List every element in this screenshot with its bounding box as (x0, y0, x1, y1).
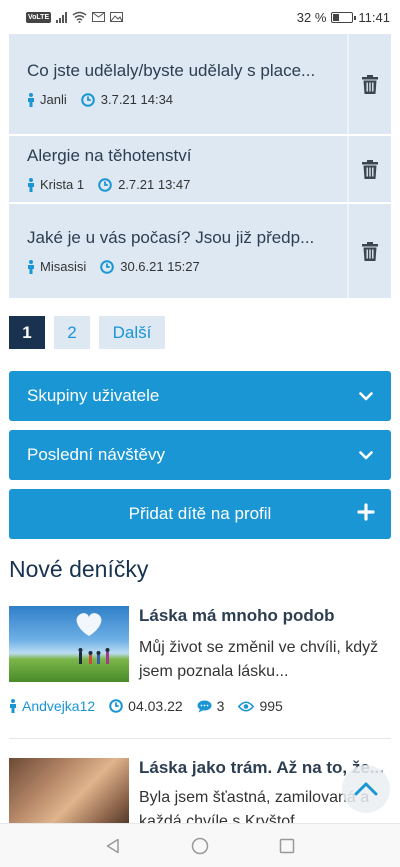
clock-icon (80, 92, 95, 107)
chevron-up-icon (354, 782, 378, 796)
signal-icon (56, 11, 68, 23)
thread-list: Co jste udělaly/byste udělaly s place...… (9, 34, 391, 300)
delete-button[interactable] (347, 204, 391, 298)
thread-title[interactable]: Alergie na těhotenství (27, 146, 329, 166)
clock-icon (109, 699, 123, 713)
thread-item[interactable]: Co jste udělaly/byste udělaly s place...… (9, 34, 391, 134)
battery-percent: 32 % (296, 9, 327, 25)
user-groups-label: Skupiny uživatele (27, 386, 160, 405)
thread-date: 3.7.21 14:34 (100, 92, 174, 107)
delete-button[interactable] (347, 136, 391, 202)
diary-author[interactable]: Andvejka12 (22, 698, 95, 714)
comment-count: 3 (216, 698, 225, 714)
thread-date: 2.7.21 13:47 (118, 177, 191, 192)
diary-meta: Andvejka12 04.03.22 3 995 (9, 698, 391, 714)
person-icon (27, 92, 35, 107)
back-icon[interactable] (105, 838, 121, 854)
diary-title[interactable]: Láska má mnoho podob (139, 606, 387, 626)
heart-cloud-image (76, 613, 110, 664)
section-title: Nové deníčky (9, 556, 149, 582)
thread-item[interactable]: Alergie na těhotenství Krista 1 2.7.21 1… (9, 136, 391, 202)
thread-date: 30.6.21 15:27 (120, 259, 200, 274)
add-child-label: Přidat dítě na profil (128, 504, 272, 523)
recent-visits-label: Poslední návštěvy (27, 445, 165, 464)
thread-author[interactable]: Misasisi (40, 259, 86, 274)
chevron-down-icon (359, 450, 373, 460)
divider (9, 738, 391, 739)
battery-icon (331, 11, 357, 23)
trash-icon (362, 159, 378, 179)
delete-button[interactable] (347, 34, 391, 134)
thread-author[interactable]: Krista 1 (40, 177, 84, 192)
diary-thumbnail[interactable] (9, 606, 129, 682)
pagination: 1 2 Další (9, 316, 165, 349)
recents-icon[interactable] (279, 838, 295, 854)
clock-icon (98, 177, 112, 192)
clock-icon (100, 259, 115, 274)
thread-author[interactable]: Janli (40, 92, 67, 107)
view-count: 995 (259, 698, 283, 714)
status-bar: VoLTE 32 % 11:41 (0, 0, 400, 34)
page-link-2[interactable]: 2 (54, 316, 90, 349)
gallery-icon (110, 12, 124, 22)
diary-date: 04.03.22 (128, 698, 183, 714)
person-icon (27, 259, 35, 274)
thread-item[interactable]: Jaké je u vás počasí? Jsou již předp... … (9, 204, 391, 298)
thread-title[interactable]: Jaké je u vás počasí? Jsou již předp... (27, 228, 329, 248)
trash-icon (362, 241, 378, 261)
diary-item[interactable]: Láska má mnoho podob Můj život se změnil… (9, 606, 391, 714)
home-icon[interactable] (191, 837, 209, 855)
comment-icon (197, 700, 212, 713)
thread-title[interactable]: Co jste udělaly/byste udělaly s place... (27, 61, 329, 81)
trash-icon (362, 74, 378, 94)
chevron-down-icon (359, 391, 373, 401)
mail-icon (92, 12, 106, 22)
add-child-button[interactable]: Přidat dítě na profil (9, 489, 391, 539)
clock: 11:41 (358, 9, 390, 25)
user-groups-toggle[interactable]: Skupiny uživatele (9, 371, 391, 421)
diary-excerpt: Můj život se změnil ve chvíli, když jsem… (139, 639, 379, 680)
wifi-icon (72, 11, 87, 23)
eye-icon (238, 700, 255, 712)
person-icon (9, 699, 17, 713)
plus-icon (357, 503, 375, 521)
system-nav-bar (0, 823, 400, 867)
scroll-to-top-button[interactable] (342, 765, 390, 813)
recent-visits-toggle[interactable]: Poslední návštěvy (9, 430, 391, 480)
person-icon (27, 177, 35, 192)
volte-badge: VoLTE (26, 11, 52, 23)
next-page-button[interactable]: Další (99, 316, 165, 349)
page-current[interactable]: 1 (9, 316, 45, 349)
